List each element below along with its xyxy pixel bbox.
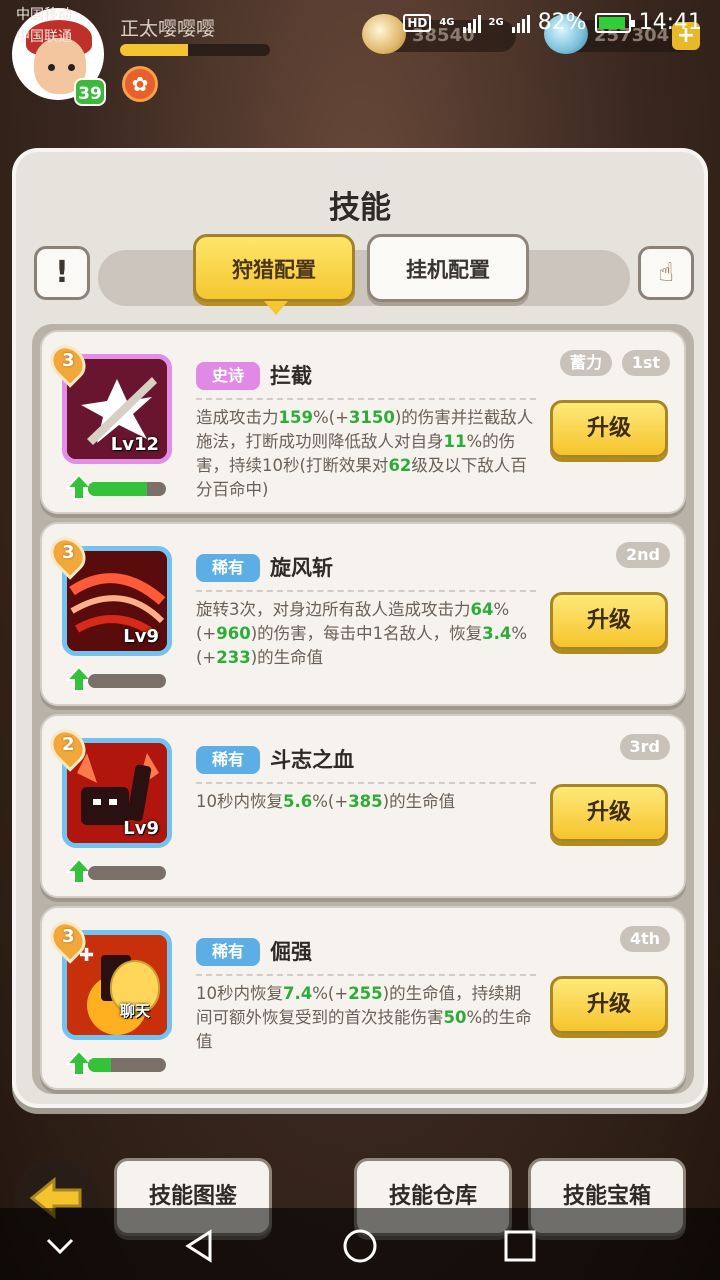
highlight-value: 62 (388, 456, 412, 475)
highlight-value: 960 (216, 624, 251, 643)
description-text: )的伤害，每击中1名敌人，恢复 (250, 624, 483, 643)
upgrade-progress-fill (88, 482, 147, 496)
highlight-value: 5.6 (283, 792, 313, 811)
upgrade-progress-fill (88, 1058, 112, 1072)
divider (196, 782, 536, 784)
skill-description: 10秒内恢复5.6%(+385)的生命值 (196, 790, 536, 814)
tab-track (98, 250, 630, 306)
carrier-2: 中国联通 (16, 29, 72, 45)
info-button[interactable]: ! (34, 246, 90, 300)
skill-description: 10秒内恢复7.4%(+255)的生命值，持续期间可额外恢复受到的首次技能伤害5… (196, 982, 536, 1054)
nav-back-icon[interactable] (180, 1226, 220, 1266)
highlight-value: 64 (470, 600, 494, 619)
rarity-badge: 史诗 (196, 362, 260, 390)
guild-emblem-icon[interactable]: ✿ (122, 66, 158, 102)
chevron-down-icon[interactable] (40, 1226, 80, 1266)
skill-description: 旋转3次，对身边所有敌人造成攻击力64%(+960)的伤害，每击中1名敌人，恢复… (196, 598, 536, 670)
nav-home-icon[interactable] (340, 1226, 380, 1266)
tab-idle-config[interactable]: 挂机配置 (367, 234, 529, 302)
charge-badge: 蓄力 (559, 350, 612, 376)
rank-badge: 4th (619, 926, 670, 952)
skill-level-label: Lv9 (123, 626, 159, 647)
rarity-badge: 稀有 (196, 746, 260, 774)
description-text: %(+ (312, 408, 349, 427)
battery-percent: 82% (537, 10, 587, 35)
tier-number: 3 (62, 926, 75, 947)
player-level-badge: 39 (74, 78, 106, 106)
signal-icon-2 (511, 13, 530, 33)
hand-pointer-icon[interactable]: ☝ (638, 246, 694, 300)
description-text: )的生命值 (382, 792, 456, 811)
rarity-badge: 稀有 (196, 938, 260, 966)
upgrade-progress-bar (88, 482, 166, 496)
avatar-eye (48, 64, 55, 71)
tier-number: 3 (62, 350, 75, 371)
skill-level-label: Lv9 (123, 818, 159, 839)
upgrade-button[interactable]: 升级 (550, 784, 668, 842)
upgrade-button[interactable]: 升级 (550, 400, 668, 458)
description-text: %(+ (312, 792, 349, 811)
highlight-value: 159 (278, 408, 313, 427)
upgrade-progress-bar (88, 866, 166, 880)
tier-number: 2 (62, 734, 75, 755)
nav-recents-icon[interactable] (500, 1226, 540, 1266)
rarity-badge: 稀有 (196, 554, 260, 582)
tab-hunt-config[interactable]: 狩猎配置 (193, 234, 355, 315)
skill-name: 旋风斩 (270, 556, 333, 580)
avatar-eye (68, 64, 75, 71)
highlight-value: 7.4 (283, 984, 313, 1003)
status-bar: 中国移动 中国联通 HD 4G 2G 82% 14:41 (0, 0, 720, 48)
skill-card: Lv9 2 稀有 斗志之血 3rd 10秒内恢复5.6%(+385)的生命值 升… (40, 714, 686, 898)
highlight-value: 50 (443, 1008, 467, 1027)
carrier-1: 中国移动 (16, 7, 72, 23)
upgrade-button[interactable]: 升级 (550, 592, 668, 650)
panel-title: 技能 (329, 190, 391, 226)
skill-name: 拦截 (270, 364, 312, 388)
rank-badge: 2nd (616, 542, 670, 568)
description-text: 造成攻击力 (196, 408, 279, 427)
description-text: %(+ (312, 984, 349, 1003)
highlight-value: 385 (348, 792, 383, 811)
skill-card: Lv9 3 稀有 旋风斩 2nd 旋转3次，对身边所有敌人造成攻击力64%(+9… (40, 522, 686, 706)
highlight-value: 3150 (348, 408, 395, 427)
rank-badge: 3rd (619, 734, 670, 760)
divider (196, 974, 536, 976)
net-4g-label: 4G (439, 17, 455, 28)
highlight-value: 11 (443, 432, 467, 451)
battery-icon (594, 12, 635, 33)
highlight-value: 3.4 (482, 624, 512, 643)
chat-button[interactable]: 聊天 (106, 960, 164, 1026)
skill-level-label: Lv12 (110, 434, 159, 455)
skill-description: 造成攻击力159%(+3150)的伤害并拦截敌人施法，打断成功则降低敌人对自身1… (196, 406, 536, 502)
upgrade-progress-bar (88, 1058, 166, 1072)
skill-name: 倔强 (270, 940, 312, 964)
clock: 14:41 (638, 10, 702, 35)
divider (196, 590, 536, 592)
hd-icon: HD (403, 13, 432, 32)
upgrade-button[interactable]: 升级 (550, 976, 668, 1034)
rank-badge: 1st (621, 350, 670, 376)
skill-name: 斗志之血 (270, 748, 354, 772)
highlight-value: 255 (348, 984, 383, 1003)
chat-label: 聊天 (119, 1002, 150, 1020)
description-text: )的生命值 (250, 648, 324, 667)
highlight-value: 233 (216, 648, 251, 667)
status-right: HD 4G 2G 82% 14:41 (403, 10, 702, 35)
system-nav-bar (0, 1208, 720, 1280)
description-text: 10秒内恢复 (196, 984, 283, 1003)
divider (196, 398, 536, 400)
skill-card: Lv12 3 史诗 拦截 蓄力 1st 造成攻击力159%(+3150)的伤害并… (40, 330, 686, 514)
upgrade-progress-bar (88, 674, 166, 688)
description-text: 旋转3次，对身边所有敌人造成攻击力 (196, 600, 471, 619)
net-2g-label: 2G (488, 17, 504, 28)
description-text: 10秒内恢复 (196, 792, 283, 811)
signal-icon (462, 13, 481, 33)
tier-number: 3 (62, 542, 75, 563)
